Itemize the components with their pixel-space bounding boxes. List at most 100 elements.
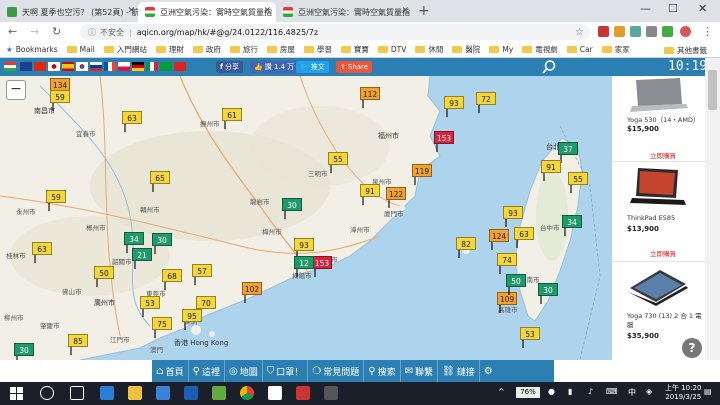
browser-tab-2[interactable]: 亞洲空氣污染：實時空氣質量指 ✕: [138, 2, 276, 22]
aqi-marker[interactable]: 153: [312, 256, 332, 277]
aqi-marker[interactable]: 21: [132, 248, 152, 269]
language-flag-icon[interactable]: [76, 62, 88, 71]
tray-expand-icon[interactable]: ^: [498, 387, 505, 396]
url-text[interactable]: aqicn.org/map/hk/#@g/24.0122/116.4825/7z: [137, 28, 318, 37]
close-window-button[interactable]: ✕: [698, 2, 707, 15]
aqi-marker[interactable]: 95: [182, 309, 202, 330]
bookmark-folder[interactable]: 入門網站: [103, 44, 147, 55]
share-button[interactable]: ⇪ Share: [336, 61, 373, 73]
buy-now-link[interactable]: 立即購買: [650, 248, 676, 258]
nav-faq[interactable]: ❍ 常見問題: [308, 360, 365, 382]
aqi-map[interactable]: − 南昌市 福州市 台北市 泉州市 廈門市 漳州市 汕頭市 揭陽市 梅州市 贛州…: [0, 76, 612, 360]
chrome-icon[interactable]: [240, 386, 254, 400]
volume-icon[interactable]: ♪: [588, 387, 593, 396]
bookmark-folder[interactable]: 房屋: [266, 44, 295, 55]
aqi-marker[interactable]: 55: [328, 152, 348, 173]
extension-icon[interactable]: [614, 26, 625, 37]
store-icon[interactable]: [156, 386, 170, 400]
aqi-marker[interactable]: 93: [503, 206, 523, 227]
nav-home[interactable]: ⌂ 首頁: [152, 360, 189, 382]
aqi-marker[interactable]: 34: [562, 215, 582, 236]
language-flag-icon[interactable]: [104, 62, 116, 71]
extension-icon[interactable]: [630, 26, 641, 37]
app-tray-icon[interactable]: ◈: [646, 387, 652, 396]
facebook-like-button[interactable]: 👍 讚 1.4 万: [250, 61, 299, 73]
bookmark-folder[interactable]: 寶寶: [340, 44, 369, 55]
aqi-marker[interactable]: 72: [476, 92, 496, 113]
ad-card[interactable]: Yoga 530（14・AMD） $15,900 立即購買: [612, 76, 705, 162]
aqi-marker[interactable]: 91: [541, 160, 561, 181]
back-icon[interactable]: ←: [8, 25, 17, 38]
aqi-marker[interactable]: 93: [444, 96, 464, 117]
tweet-button[interactable]: 🐦 推文: [296, 61, 329, 73]
facebook-share-button[interactable]: f 分享: [216, 61, 244, 73]
bookmark-folder[interactable]: Mail: [66, 45, 95, 54]
aqi-marker[interactable]: 55: [568, 172, 588, 193]
aqi-marker[interactable]: 63: [32, 242, 52, 263]
aqi-marker[interactable]: 63: [514, 227, 534, 248]
nav-links[interactable]: ⛓ 鏈接: [438, 360, 480, 382]
extension-icon[interactable]: [598, 26, 609, 37]
word-icon[interactable]: [184, 386, 198, 400]
bookmark-star-icon[interactable]: ☆: [575, 27, 584, 38]
notepad-icon[interactable]: [268, 386, 282, 400]
maximize-button[interactable]: ☐: [668, 2, 678, 15]
task-view-icon[interactable]: [70, 386, 84, 400]
nav-search[interactable]: ⚲ 搜索: [364, 360, 401, 382]
browser-tab-3[interactable]: 亞洲空氣污染：實時空氣質量指 ✕: [276, 2, 414, 22]
aqi-marker[interactable]: 30: [14, 343, 34, 360]
bookmarks-button[interactable]: ★ Bookmarks: [6, 45, 58, 54]
battery-indicator[interactable]: 76%: [516, 387, 540, 398]
zoom-out-button[interactable]: −: [6, 80, 26, 100]
bookmark-folder[interactable]: 政府: [192, 44, 221, 55]
other-bookmarks[interactable]: 其他書籤: [664, 45, 707, 56]
network-icon[interactable]: ▮: [568, 387, 572, 396]
bookmark-folder[interactable]: 理財: [155, 44, 184, 55]
bookmark-folder[interactable]: Car: [566, 45, 593, 54]
app-icon[interactable]: [296, 386, 310, 400]
aqi-marker[interactable]: 59: [46, 190, 66, 211]
profile-avatar[interactable]: [680, 26, 691, 37]
aqi-marker[interactable]: 53: [520, 327, 540, 348]
language-flag-icon[interactable]: [132, 62, 144, 71]
bookmark-folder[interactable]: 休閒: [415, 44, 443, 55]
aqi-marker[interactable]: 65: [150, 171, 170, 192]
bookmark-folder[interactable]: My: [489, 45, 513, 54]
search-icon[interactable]: [541, 59, 557, 75]
language-flag-icon[interactable]: [48, 62, 60, 71]
extension-icon[interactable]: [662, 26, 673, 37]
aqi-marker[interactable]: 53: [140, 296, 160, 317]
aqi-marker[interactable]: 57: [192, 264, 212, 285]
aqi-marker[interactable]: 63: [122, 111, 142, 132]
aqi-marker[interactable]: 102: [242, 282, 262, 303]
forward-icon[interactable]: →: [30, 25, 39, 38]
aqi-marker[interactable]: 34: [124, 232, 144, 253]
language-flag-icon[interactable]: [34, 62, 46, 71]
keyboard-icon[interactable]: ⌨: [606, 387, 618, 396]
aqi-marker[interactable]: 30: [152, 233, 172, 254]
aqi-marker[interactable]: 109: [497, 292, 517, 313]
language-flag-icon[interactable]: [90, 62, 102, 71]
aqi-marker[interactable]: 68: [162, 269, 182, 290]
aqi-marker[interactable]: 91: [360, 184, 380, 205]
close-tab-icon[interactable]: ✕: [401, 6, 409, 16]
aqi-marker[interactable]: 82: [456, 237, 476, 258]
aqi-marker[interactable]: 37: [558, 142, 578, 163]
omnibox[interactable]: ⓘ 不安全 | aqicn.org/map/hk/#@g/24.0122/116…: [80, 24, 590, 40]
ad-card[interactable]: ThinkPad E585 $13,900 立即購買: [612, 162, 705, 262]
aqi-marker[interactable]: 59: [50, 90, 70, 111]
language-flag-icon[interactable]: [4, 62, 16, 71]
menu-icon[interactable]: ⋮: [702, 25, 713, 38]
aqi-marker[interactable]: 12: [294, 256, 314, 277]
language-flag-icon[interactable]: [20, 62, 32, 71]
page-scrollbar[interactable]: [705, 58, 720, 360]
scrollbar-thumb[interactable]: [708, 70, 717, 110]
aqi-marker[interactable]: 112: [360, 87, 380, 108]
buy-now-link[interactable]: 立即購買: [650, 150, 676, 160]
bookmark-folder[interactable]: 學習: [303, 44, 332, 55]
bookmark-folder[interactable]: 醫院: [452, 44, 480, 55]
aqi-marker[interactable]: 124: [489, 229, 509, 250]
nav-here[interactable]: ⚲ 這裡: [189, 360, 225, 382]
aqi-marker[interactable]: 30: [282, 198, 302, 219]
app-icon[interactable]: [212, 386, 226, 400]
